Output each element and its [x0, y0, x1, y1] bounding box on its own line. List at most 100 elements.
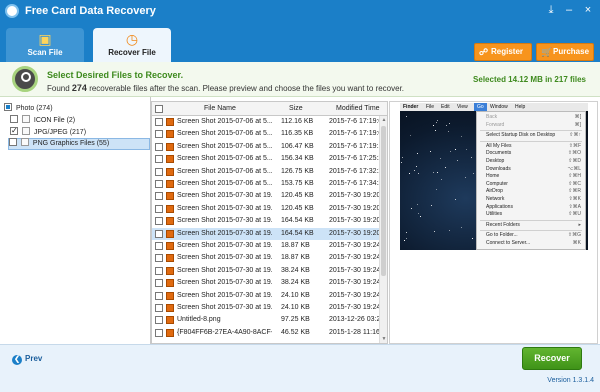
- scroll-down-icon[interactable]: ▼: [380, 336, 387, 342]
- table-row[interactable]: Screen Shot 2015-07-30 at 19.... 38.24 KB…: [152, 277, 387, 289]
- image-file-icon: [166, 304, 174, 312]
- table-row[interactable]: Screen Shot 2015-07-30 at 19.... 164.54 K…: [152, 215, 387, 227]
- file-size: 24.10 KB: [281, 291, 310, 299]
- star-dot: [433, 172, 435, 174]
- column-size[interactable]: Size: [289, 102, 303, 116]
- tab-recover-file[interactable]: ◷ Recover File: [93, 28, 171, 62]
- row-checkbox[interactable]: [155, 192, 163, 201]
- row-checkbox[interactable]: [155, 242, 163, 250]
- row-checkbox[interactable]: [155, 279, 163, 288]
- tree-checkbox[interactable]: [4, 103, 12, 112]
- row-checkbox[interactable]: [155, 118, 163, 126]
- table-row[interactable]: Screen Shot 2015-07-30 at 19.... 164.54 K…: [152, 227, 387, 240]
- image-file-icon: [166, 118, 174, 126]
- table-row[interactable]: Screen Shot 2015-07-30 at 19.... 120.45 K…: [152, 190, 387, 202]
- download-icon[interactable]: ⤓: [542, 3, 560, 18]
- table-row[interactable]: Screen Shot 2015-07-06 at 5.... 112.16 KB…: [152, 116, 386, 128]
- file-size: 46.52 KB: [281, 328, 310, 336]
- recover-button[interactable]: Recover: [522, 347, 582, 370]
- go-menu-item: Utilities ⇧⌘U: [477, 211, 585, 218]
- register-button[interactable]: ☍ Register: [474, 43, 532, 61]
- select-all-checkbox[interactable]: [155, 105, 163, 113]
- minimize-button[interactable]: ‒: [560, 3, 578, 18]
- row-checkbox[interactable]: [155, 328, 163, 337]
- tree-checkbox[interactable]: [10, 115, 18, 124]
- row-checkbox[interactable]: [155, 291, 163, 300]
- row-checkbox[interactable]: [155, 167, 163, 176]
- row-checkbox[interactable]: [155, 316, 163, 325]
- table-row[interactable]: Screen Shot 2015-07-30 at 19.... 38.24 KB…: [152, 265, 387, 277]
- table-row[interactable]: {F804FF6B-27EA-4A90-8ACF-... 46.52 KB 2015…: [152, 327, 387, 339]
- row-checkbox[interactable]: [155, 130, 163, 139]
- table-row[interactable]: Screen Shot 2015-07-30 at 19.... 18.87 KB…: [152, 240, 387, 252]
- row-checkbox[interactable]: [155, 229, 163, 238]
- file-size: 116.35 KB: [281, 130, 314, 138]
- row-checkbox[interactable]: [155, 155, 163, 164]
- file-name: Screen Shot 2015-07-30 at 19....: [177, 304, 272, 311]
- row-checkbox[interactable]: [155, 204, 163, 213]
- row-checkbox[interactable]: [155, 266, 163, 275]
- column-modified-time[interactable]: Modified Time: [336, 102, 380, 116]
- file-list-scrollbar[interactable]: ▲ ▼: [379, 116, 387, 343]
- row-checkbox[interactable]: [155, 217, 163, 226]
- row-checkbox[interactable]: [155, 142, 163, 151]
- file-name: Screen Shot 2015-07-30 at 19....: [177, 266, 272, 274]
- menu-item-label: Documents: [486, 150, 512, 157]
- row-checkbox[interactable]: [155, 304, 163, 312]
- menu-item-shortcut: ⇧⌘G: [567, 232, 581, 239]
- table-row[interactable]: Screen Shot 2015-07-06 at 5.... 153.75 KB…: [152, 178, 386, 190]
- image-file-icon: [166, 204, 174, 213]
- file-size: 153.75 KB: [281, 180, 314, 187]
- image-file-icon: [166, 266, 174, 275]
- tab-scan-file[interactable]: ▣ Scan File: [6, 28, 84, 62]
- info-description: Found 274 recoverable files after the sc…: [47, 83, 404, 93]
- preview-pane: Finder File Edit View Go Window Help Bac…: [389, 101, 598, 344]
- menu-item-shortcut: ⇧⌘H: [568, 173, 581, 180]
- file-name: Screen Shot 2015-07-30 at 19....: [177, 192, 272, 200]
- purchase-button[interactable]: 🛒 Purchase: [536, 43, 594, 61]
- file-name: Screen Shot 2015-07-30 at 19....: [177, 204, 272, 212]
- prev-button[interactable]: ❮ Prev: [12, 352, 42, 366]
- table-row[interactable]: Screen Shot 2015-07-06 at 5.... 156.34 KB…: [152, 153, 386, 165]
- star-dot: [411, 208, 413, 210]
- go-menu-item: Connect to Server... ⌘K: [477, 240, 585, 247]
- table-row[interactable]: Screen Shot 2015-07-06 at 5.... 116.35 KB…: [152, 128, 386, 140]
- table-row[interactable]: Screen Shot 2015-07-30 at 19.... 18.87 KB…: [152, 252, 387, 264]
- menu-item-label: Applications: [486, 203, 513, 210]
- tree-checkbox[interactable]: [9, 138, 17, 147]
- table-row[interactable]: Screen Shot 2015-07-30 at 19.... 24.10 KB…: [152, 290, 387, 302]
- row-checkbox[interactable]: [155, 254, 163, 263]
- app-logo-icon: [5, 4, 19, 18]
- row-checkbox[interactable]: [155, 180, 163, 188]
- file-list: File Name Size Modified Time Screen Shot…: [151, 101, 388, 344]
- tree-item-png[interactable]: PNG Graphics Files (55): [8, 138, 150, 150]
- menu-item-shortcut: ⌘]: [574, 121, 581, 128]
- cart-icon: 🛒: [541, 47, 553, 57]
- table-row[interactable]: Screen Shot 2015-07-06 at 5.... 106.47 KB…: [152, 141, 386, 153]
- menu-item-label: Recent Folders: [486, 221, 520, 228]
- scroll-up-icon[interactable]: ▲: [380, 117, 387, 123]
- menu-item-label: Back: [486, 114, 498, 120]
- tree-checkbox[interactable]: [10, 125, 18, 137]
- star-dot: [405, 238, 407, 240]
- star-dot: [417, 213, 419, 215]
- info-desc-suffix: recoverable files after the scan. Please…: [89, 84, 405, 93]
- menu-item-label: Select Startup Disk on Desktop: [486, 132, 556, 139]
- table-row[interactable]: Untitled-8.png 97.25 KB 2013-12-26 03:20:3…: [152, 314, 387, 326]
- star-dot: [401, 156, 403, 158]
- file-name: Screen Shot 2015-07-30 at 19....: [177, 254, 272, 262]
- image-file-icon: [166, 155, 174, 164]
- scroll-thumb[interactable]: [381, 126, 386, 276]
- tree-item-icon-file[interactable]: ICON File (2): [10, 115, 75, 127]
- tree-root-photo[interactable]: Photo (274): [4, 103, 53, 115]
- star-dot: [408, 172, 410, 174]
- file-modified-time: 2015-7-6 17:19:09: [329, 130, 387, 138]
- table-row[interactable]: Screen Shot 2015-07-06 at 5.... 126.75 KB…: [152, 166, 386, 178]
- table-row[interactable]: Screen Shot 2015-07-30 at 19.... 120.45 K…: [152, 203, 387, 215]
- image-file-icon: [166, 242, 174, 250]
- close-button[interactable]: ×: [579, 3, 597, 18]
- image-file-icon: [166, 167, 174, 176]
- column-file-name[interactable]: File Name: [204, 102, 236, 116]
- file-modified-time: 2015-7-6 17:19:14: [329, 142, 387, 150]
- table-row[interactable]: Screen Shot 2015-07-30 at 19.... 24.10 KB…: [152, 302, 387, 314]
